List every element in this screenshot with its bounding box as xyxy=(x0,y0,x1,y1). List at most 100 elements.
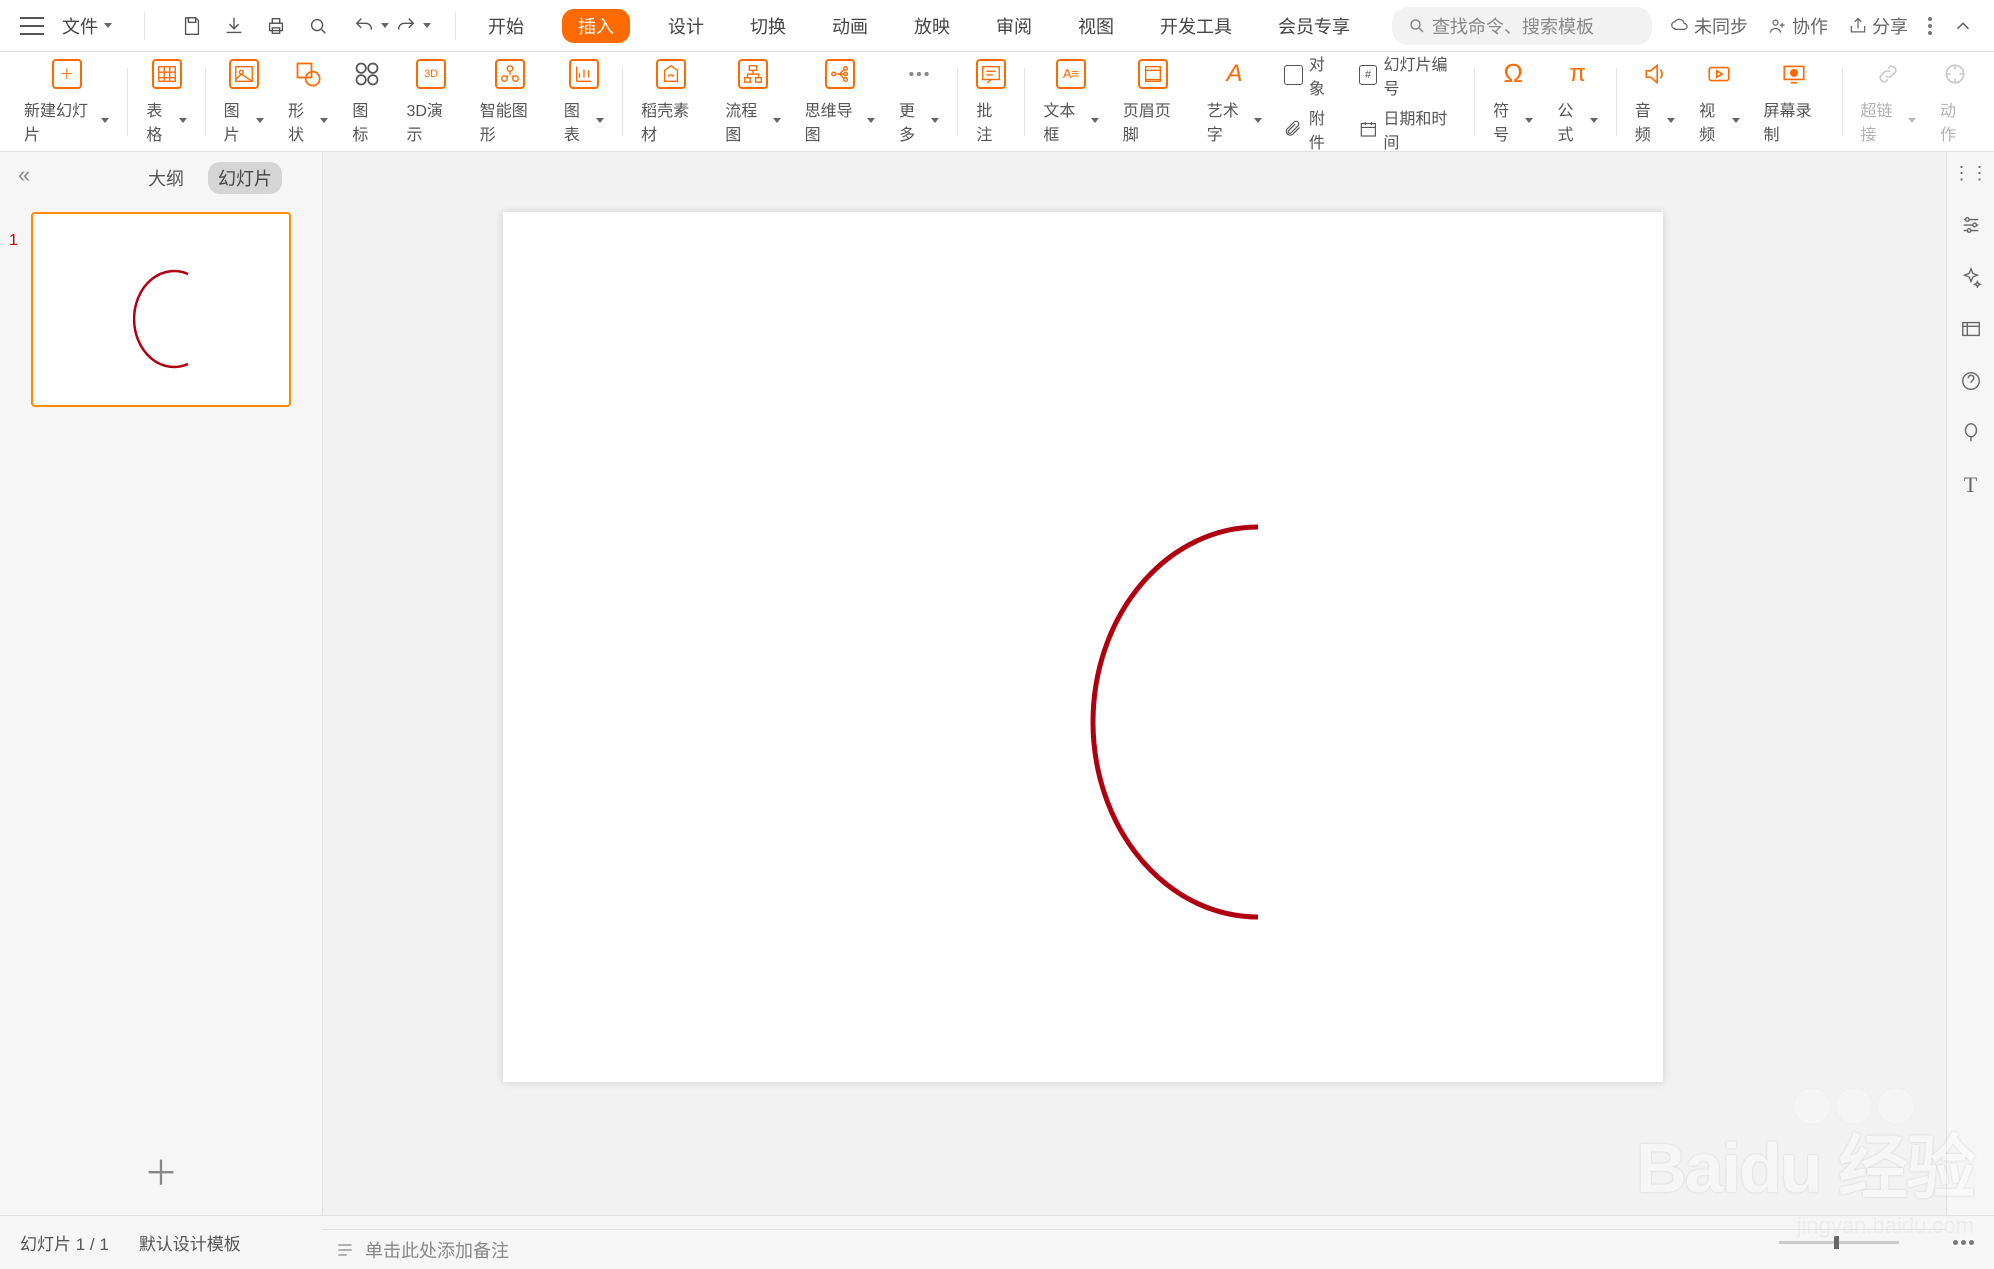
collab-icon xyxy=(1768,16,1788,36)
header-button[interactable]: 页眉页脚 xyxy=(1111,59,1195,145)
slides-tab[interactable]: 幻灯片 xyxy=(208,162,282,194)
audio-button[interactable]: 音频 xyxy=(1623,59,1687,145)
docer-button[interactable]: 稻壳素材 xyxy=(629,59,713,145)
slide-thumbnail-1[interactable]: 1 xyxy=(31,212,291,407)
tab-view[interactable]: 视图 xyxy=(1070,9,1122,43)
textbox-button[interactable]: A≡ 文本框 xyxy=(1031,59,1110,145)
balloon-icon[interactable] xyxy=(1958,420,1984,446)
symbol-button[interactable]: Ω 符号 xyxy=(1481,59,1545,145)
formula-icon: π xyxy=(1563,59,1593,89)
tab-animation[interactable]: 动画 xyxy=(824,9,876,43)
icons-icon xyxy=(352,59,382,89)
tab-transition[interactable]: 切换 xyxy=(742,9,794,43)
share-button[interactable]: 分享 xyxy=(1848,13,1908,39)
screenrec-button[interactable]: 屏幕录制 xyxy=(1752,59,1836,145)
print-icon[interactable] xyxy=(265,15,287,37)
undo-redo-group xyxy=(353,15,431,37)
mindmap-icon xyxy=(825,59,855,89)
search-input[interactable]: 查找命令、搜索模板 xyxy=(1392,7,1652,45)
formula-button[interactable]: π 公式 xyxy=(1545,59,1609,145)
sparkle-icon[interactable] xyxy=(1958,264,1984,290)
tab-slideshow[interactable]: 放映 xyxy=(906,9,958,43)
tab-design[interactable]: 设计 xyxy=(660,9,712,43)
collab-button[interactable]: 协作 xyxy=(1768,13,1828,39)
action-icon xyxy=(1940,59,1970,89)
slide-number-label: 1 xyxy=(9,232,18,250)
datetime-button[interactable]: 日期和时间 xyxy=(1359,105,1459,153)
chevron-down-icon xyxy=(773,118,781,123)
file-label: 文件 xyxy=(62,13,98,39)
annotate-button[interactable]: 批注 xyxy=(964,59,1018,145)
image-button[interactable]: 图片 xyxy=(212,59,276,145)
chart-button[interactable]: 图表 xyxy=(552,59,616,145)
wordart-button[interactable]: A 艺术字 xyxy=(1195,59,1274,145)
slidenumber-button[interactable]: #幻灯片编号 xyxy=(1359,51,1459,99)
template-icon[interactable] xyxy=(1958,316,1984,342)
annotate-icon xyxy=(976,59,1006,89)
video-button[interactable]: 视频 xyxy=(1687,59,1751,145)
main-area: « 大纲 幻灯片 1 ＋ ⋮⋮ T xyxy=(0,152,1994,1215)
threeD-button[interactable]: 3D 3D演示 xyxy=(394,59,467,145)
notes-input[interactable]: 单击此处添加备注 xyxy=(323,1229,1946,1269)
smart-icon xyxy=(495,59,525,89)
separator xyxy=(1842,68,1843,136)
chevron-down-icon xyxy=(1667,118,1675,123)
smart-button[interactable]: 智能图形 xyxy=(468,59,552,145)
save-icon[interactable] xyxy=(181,15,203,37)
arc-preview-icon xyxy=(133,264,213,374)
zoom-slider[interactable] xyxy=(1779,1241,1899,1244)
unsync-button[interactable]: 未同步 xyxy=(1670,13,1748,39)
object-button[interactable]: 对象 xyxy=(1284,51,1338,99)
file-menu-button[interactable]: 文件 xyxy=(54,9,120,43)
new-slide-icon: ＋ xyxy=(52,59,82,89)
more-menu-icon[interactable] xyxy=(1928,17,1932,35)
chart-icon xyxy=(569,59,599,89)
hamburger-icon[interactable] xyxy=(20,17,44,35)
more-button[interactable]: 更多 xyxy=(887,59,951,145)
print-preview-icon[interactable] xyxy=(307,15,329,37)
hyperlink-icon xyxy=(1873,59,1903,89)
tab-review[interactable]: 审阅 xyxy=(988,9,1040,43)
chevron-down-icon xyxy=(1254,118,1262,123)
tab-insert[interactable]: 插入 xyxy=(562,9,630,43)
status-left: 幻灯片 1 / 1 默认设计模板 xyxy=(20,1230,241,1255)
new-slide-button[interactable]: ＋ 新建幻灯片 xyxy=(12,59,121,145)
redo-dropdown-icon[interactable] xyxy=(423,23,431,28)
separator xyxy=(1474,68,1475,136)
export-icon[interactable] xyxy=(223,15,245,37)
ribbon-side-group-2: #幻灯片编号 日期和时间 xyxy=(1349,51,1469,153)
settings-slider-icon[interactable] xyxy=(1958,212,1984,238)
separator xyxy=(957,68,958,136)
outline-tab[interactable]: 大纲 xyxy=(138,162,194,194)
separator xyxy=(622,68,623,136)
share-icon xyxy=(1848,16,1868,36)
table-button[interactable]: 表格 xyxy=(134,59,198,145)
shape-button[interactable]: 形状 xyxy=(276,59,340,145)
flow-button[interactable]: 流程图 xyxy=(713,59,792,145)
ribbon-insert: ＋ 新建幻灯片 表格 图片 形状 图标 3D 3D演示 智能图形 图表 稻壳素材… xyxy=(0,52,1994,152)
arc-shape[interactable] xyxy=(1053,512,1353,932)
add-slide-button[interactable]: ＋ xyxy=(144,1146,178,1195)
text-icon[interactable]: T xyxy=(1958,472,1984,498)
slide-canvas[interactable] xyxy=(503,212,1663,1082)
help-icon[interactable] xyxy=(1958,368,1984,394)
undo-dropdown-icon[interactable] xyxy=(381,23,389,28)
undo-icon[interactable] xyxy=(353,15,375,37)
icon-button[interactable]: 图标 xyxy=(340,59,394,145)
mindmap-button[interactable]: 思维导图 xyxy=(793,59,887,145)
docer-icon xyxy=(656,59,686,89)
attachment-button[interactable]: 附件 xyxy=(1284,105,1338,153)
canvas-area[interactable] xyxy=(323,152,1946,1215)
tab-start[interactable]: 开始 xyxy=(480,9,532,43)
chevron-down-icon xyxy=(104,23,112,28)
collapse-ribbon-icon[interactable] xyxy=(1952,15,1974,37)
chevron-down-icon xyxy=(320,118,328,123)
collapse-panel-icon[interactable]: « xyxy=(18,162,30,188)
tab-member[interactable]: 会员专享 xyxy=(1270,9,1358,43)
tab-devtools[interactable]: 开发工具 xyxy=(1152,9,1240,43)
chevron-down-icon xyxy=(1908,118,1916,123)
notes-placeholder: 单击此处添加备注 xyxy=(365,1237,509,1263)
drag-handle-icon[interactable]: ⋮⋮ xyxy=(1958,160,1984,186)
redo-icon[interactable] xyxy=(395,15,417,37)
more-status-icon[interactable] xyxy=(1953,1240,1974,1245)
